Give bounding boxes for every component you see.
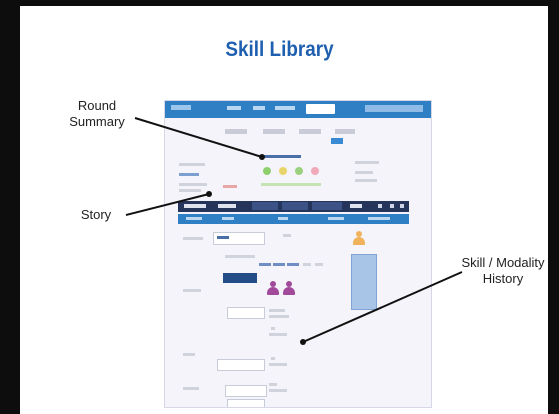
pointer-dot	[300, 339, 306, 345]
slide: Skill Library Round Summary Story Skill …	[0, 0, 559, 414]
pointer-dot	[259, 154, 265, 160]
pointer-skill-modality-history	[302, 271, 463, 343]
pointer-round-summary	[134, 117, 263, 158]
callout-pointers	[125, 117, 463, 345]
pointer-dot	[206, 191, 212, 197]
pointer-story	[125, 193, 210, 216]
